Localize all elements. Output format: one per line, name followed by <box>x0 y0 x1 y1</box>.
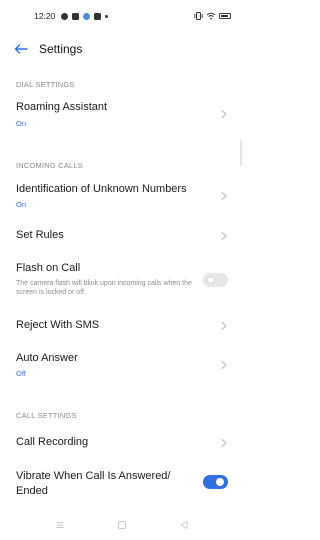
header: Settings <box>0 32 243 66</box>
nav-back-button[interactable] <box>177 518 191 532</box>
auto-answer-title: Auto Answer <box>16 352 78 364</box>
arrow-left-icon <box>14 44 28 54</box>
vibrate-title-line1: Vibrate When Call Is Answered/ <box>16 470 171 482</box>
back-icon <box>180 521 187 529</box>
home-icon <box>117 521 126 529</box>
section-heading-dial: DIAL SETTINGS <box>16 80 75 89</box>
gallery-icon <box>72 12 80 20</box>
battery-icon <box>219 13 231 19</box>
chevron-right-icon <box>221 109 227 119</box>
vibrate-icon <box>194 12 203 20</box>
chevron-right-icon <box>221 191 227 201</box>
status-left: 12:20 <box>34 11 109 21</box>
scrollbar[interactable] <box>240 140 242 166</box>
auto-answer-value: Off <box>16 369 26 378</box>
status-time: 12:20 <box>34 11 56 21</box>
menu-button[interactable] <box>53 518 67 532</box>
menu-icon <box>56 522 63 528</box>
vibrate-title-line2: Ended <box>16 485 48 497</box>
status-right <box>194 12 231 20</box>
vibrate-toggle[interactable] <box>203 475 228 489</box>
set-rules-title: Set Rules <box>16 229 64 241</box>
notification-icon <box>94 12 102 20</box>
flash-on-call-description: The camera flash will blink upon incomin… <box>16 280 192 296</box>
more-notifications-icon <box>105 14 109 18</box>
chevron-right-icon <box>221 231 227 241</box>
flash-on-call-toggle[interactable] <box>203 273 228 287</box>
flash-on-call-title: Flash on Call <box>16 262 81 274</box>
chevron-right-icon <box>221 360 227 370</box>
identification-title: Identification of Unknown Numbers <box>16 183 187 195</box>
navigation-bar <box>0 510 243 540</box>
home-button[interactable] <box>115 518 129 532</box>
roaming-assistant-value: On <box>16 119 27 128</box>
toggle-knob <box>216 478 224 486</box>
chevron-right-icon <box>221 321 227 331</box>
section-heading-call: CALL SETTINGS <box>16 411 77 420</box>
status-bar: 12:20 <box>0 0 243 32</box>
reject-with-sms-title: Reject With SMS <box>16 319 100 331</box>
wifi-icon <box>206 12 216 20</box>
page-title: Settings <box>39 42 83 56</box>
back-button[interactable] <box>10 40 32 58</box>
call-recording-title: Call Recording <box>16 436 89 448</box>
roaming-assistant-title: Roaming Assistant <box>16 101 108 113</box>
facebook-icon <box>61 12 69 20</box>
app-icon <box>83 12 91 20</box>
identification-value: On <box>16 200 27 209</box>
toggle-knob <box>207 276 215 284</box>
section-heading-incoming: INCOMING CALLS <box>16 161 83 170</box>
chevron-right-icon <box>221 438 227 448</box>
